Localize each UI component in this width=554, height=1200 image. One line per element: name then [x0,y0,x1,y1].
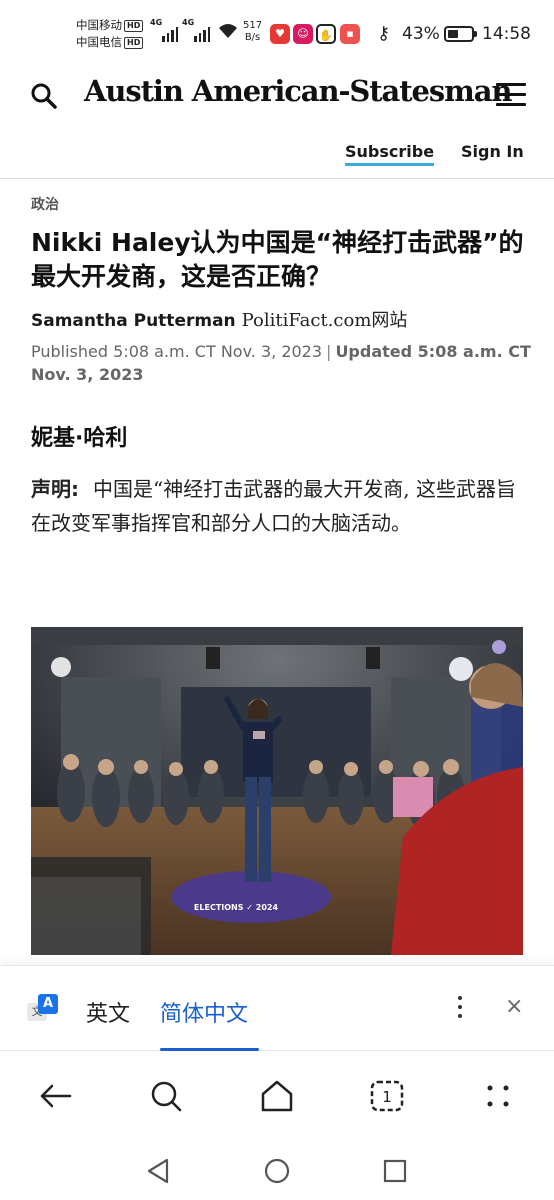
article-photo[interactable]: ELECTIONS ✓ 2024 [31,627,523,955]
circle-home-icon [264,1158,290,1184]
nav-recents-button[interactable] [380,1156,410,1186]
menu-button[interactable] [496,83,526,109]
clock: 14:58 [482,24,531,44]
tab-source-language[interactable]: 英文 [86,996,130,1028]
browser-toolbar: 1 [0,1052,554,1142]
translate-bar: 文 A 英文 简体中文 × [0,965,554,1051]
stage-logo-text: ELECTIONS ✓ 2024 [194,903,279,912]
tab-count: 1 [382,1088,392,1106]
system-nav-bar [0,1142,554,1200]
search-icon [151,1081,182,1112]
date-separator: | [326,342,332,361]
byline: Samantha Putterman PolitiFact.com网站 [31,306,407,332]
search-icon [31,83,57,109]
search-button[interactable] [30,82,58,110]
more-menu-button[interactable] [478,1076,518,1116]
tabs-icon: 1 [370,1080,404,1112]
site-header: Austin American-Statesman Subscribe Sign… [0,64,554,179]
battery-icon [444,26,477,42]
claim-label: 声明: [31,477,79,501]
more-vertical-icon [452,996,468,1018]
battery-percent: 43% [402,24,440,44]
wifi-icon [217,22,239,45]
claim-text: 中国是“神经打击武器的最大开发商, 这些武器旨在改变军事指挥官和部分人口的大脑活… [31,477,516,535]
translate-more-button[interactable] [452,996,468,1022]
app-notification-icon: ✋ [316,24,336,44]
published-date: Published 5:08 a.m. CT Nov. 3, 2023 [31,342,323,361]
signal-icon: 4G [150,18,178,42]
article-source: PolitiFact.com网站 [241,310,408,331]
key-icon: ⚷ [377,23,391,44]
triangle-back-icon [147,1158,169,1184]
app-notification-icon: ♥ [270,24,290,44]
network-type: 4G [182,18,195,27]
article-headline: Nikki Haley认为中国是“神经打击武器”的最大开发商，这是否正确？ [31,228,524,291]
carrier-1: 中国移动 [76,18,122,32]
tab-target-language[interactable]: 简体中文 [160,996,248,1028]
home-icon [261,1080,293,1112]
translate-icon-front: A [38,994,58,1014]
active-tab-indicator [160,1048,259,1051]
speaker-heading: 妮基·哈利 [31,426,128,451]
tabs-button[interactable]: 1 [367,1076,407,1116]
signal-icon: 4G [182,18,210,42]
nav-back-button[interactable] [143,1156,173,1186]
subscribe-link[interactable]: Subscribe [345,142,435,166]
hd-badge: HD [124,37,144,49]
sign-in-link[interactable]: Sign In [461,142,524,161]
site-logo[interactable]: Austin American-Statesman [84,74,512,108]
nav-home-button[interactable] [262,1156,292,1186]
translate-icon[interactable]: 文 A [24,994,60,1024]
author-name: Samantha Putterman [31,311,236,331]
status-bar: 中国移动 HD 中国电信 HD 4G 4G 517 B/s ♥ ☺ ✋ ▪ ⚷ 43… [0,0,554,64]
network-type: 4G [150,18,163,27]
arrow-left-icon [40,1084,72,1108]
back-button[interactable] [36,1076,76,1116]
home-button[interactable] [257,1076,297,1116]
translate-close-button[interactable]: × [505,994,523,1019]
network-speed: 517 B/s [243,20,263,43]
carrier-2: 中国电信 [76,35,122,49]
article-category[interactable]: 政治 [31,194,59,214]
app-notification-icon: ☺ [293,24,313,44]
search-button[interactable] [146,1076,186,1116]
more-grid-icon [487,1085,509,1107]
dateline: Published 5:08 a.m. CT Nov. 3, 2023 | Upda… [31,340,531,386]
square-recents-icon [383,1159,407,1183]
app-notification-icon: ▪ [340,24,360,44]
hd-badge: HD [124,20,144,32]
hamburger-icon [496,83,526,106]
carrier-info: 中国移动 HD 中国电信 HD [76,17,144,51]
claim-paragraph: 声明: 中国是“神经打击武器的最大开发商, 这些武器旨在改变军事指挥官和部分人口的… [31,472,531,540]
